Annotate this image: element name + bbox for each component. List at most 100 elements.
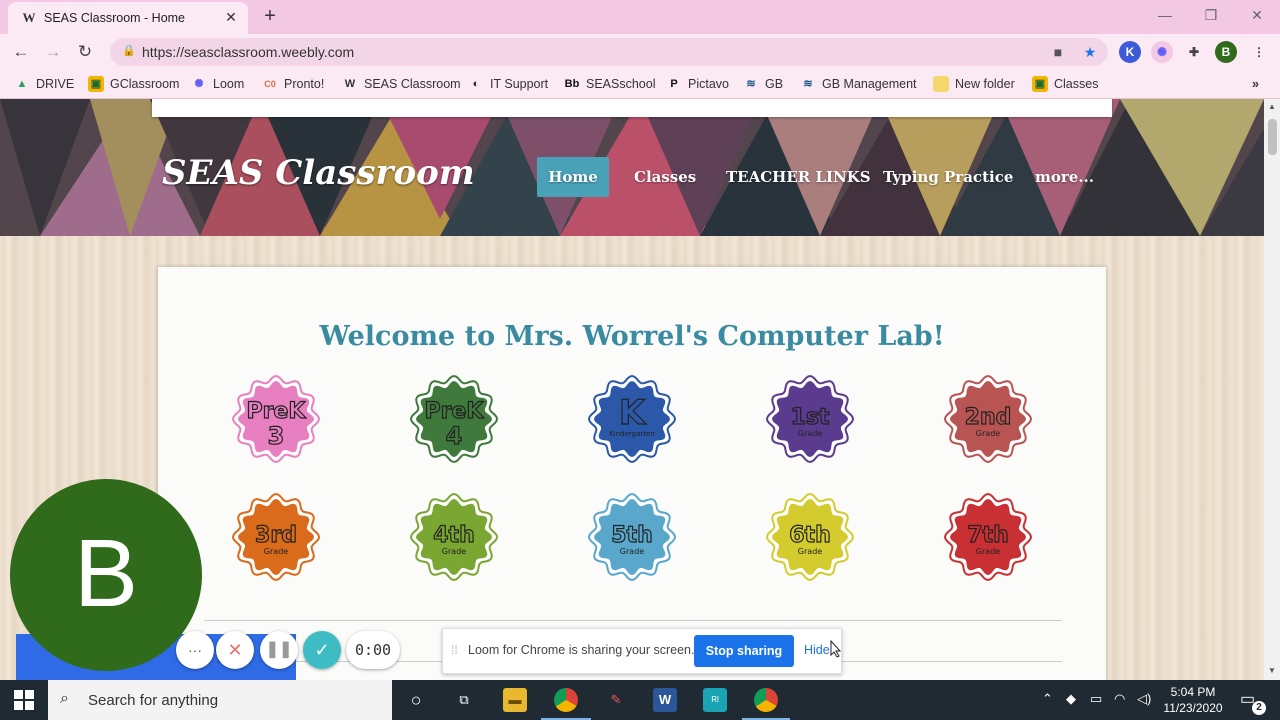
hide-share-bar-button[interactable]: Hide	[804, 643, 830, 657]
grade-caption: Grade	[798, 429, 822, 438]
redliner-icon[interactable]: Rl	[703, 688, 727, 712]
grade-caption: Grade	[976, 547, 1000, 556]
pictavo-icon: P	[670, 78, 678, 90]
grade-label: 4th	[433, 523, 475, 548]
bookmark-drive[interactable]: ▲ DRIVE	[14, 75, 75, 93]
url-text[interactable]: https://seasclassroom.weebly.com	[142, 44, 354, 60]
bookmark-pictavo[interactable]: P Pictavo	[666, 75, 729, 93]
loom-icon: ✺	[194, 78, 204, 90]
grade-badge[interactable]: 3rd Grade	[231, 492, 321, 582]
grade-badge[interactable]: 6th Grade	[765, 492, 855, 582]
cortana-icon[interactable]: ○	[404, 688, 428, 712]
nav-more[interactable]: more...	[1035, 157, 1094, 197]
grade-badge[interactable]: 2nd Grade	[943, 374, 1033, 464]
grade-label: 3rd	[255, 523, 297, 548]
task-view-icon[interactable]: ⧉	[452, 688, 476, 712]
chrome-profile-icon[interactable]	[754, 688, 778, 712]
grade-badge[interactable]: PreK 4	[409, 374, 499, 464]
gb-icon: ≋	[746, 78, 756, 90]
grade-caption: Grade	[442, 547, 466, 556]
bookmark-gb-management[interactable]: ≋ GB Management	[800, 75, 916, 93]
loom-timer: 0:00	[346, 631, 400, 669]
grade-label: PreK	[247, 399, 307, 424]
nav-classes[interactable]: Classes	[634, 157, 696, 197]
battery-icon[interactable]: ▭	[1090, 691, 1102, 707]
grade-label: 5th	[611, 523, 653, 548]
close-tab-icon[interactable]: ✕	[222, 8, 240, 26]
grade-badge[interactable]: 4th Grade	[409, 492, 499, 582]
grade-badge[interactable]: K Kindergarten	[587, 374, 677, 464]
reload-button[interactable]: ↻	[72, 40, 98, 64]
grade-label: 6th	[789, 523, 831, 548]
pronto-icon: C0	[264, 79, 276, 89]
scroll-thumb[interactable]	[1268, 119, 1277, 155]
chrome-icon[interactable]	[554, 688, 578, 712]
address-bar[interactable]: 🔒 https://seasclassroom.weebly.com ■ ★	[110, 38, 1108, 66]
browser-tab[interactable]: W SEAS Classroom - Home ✕	[8, 2, 248, 34]
bookmark-gclassroom[interactable]: ▣ GClassroom	[88, 75, 179, 93]
drag-handle-icon[interactable]: ⁞⁞	[451, 643, 458, 657]
grade-badge[interactable]: PreK 3	[231, 374, 321, 464]
extensions-puzzle-icon[interactable]: ✚	[1183, 41, 1205, 63]
nav-teacher-links[interactable]: TEACHER LINKS	[726, 157, 871, 197]
k-extension-icon[interactable]: K	[1119, 41, 1141, 63]
drive-icon: ▲	[16, 78, 28, 90]
site-title[interactable]: SEAS Classroom	[162, 153, 475, 193]
page-scrollbar[interactable]: ▲ ▼	[1264, 99, 1280, 680]
dropbox-icon[interactable]: ◆	[1066, 691, 1076, 707]
grade-badge[interactable]: 5th Grade	[587, 492, 677, 582]
bookmark-classes[interactable]: ▣ Classes	[1032, 75, 1098, 93]
camera-icon[interactable]: ■	[1048, 42, 1068, 62]
bookmark-seasschool[interactable]: Bb SEASschool	[564, 75, 656, 93]
classroom-icon: ▣	[88, 76, 104, 92]
loom-finish-button[interactable]: ✓	[303, 631, 341, 669]
profile-avatar[interactable]: B	[1215, 41, 1237, 63]
windows-taskbar: ⌕ Search for anything ○ ⧉ ▬ ✎ W Rl ⌃ ◆ ▭…	[0, 680, 1280, 720]
close-window-button[interactable]: ✕	[1242, 4, 1272, 26]
header-white-bar	[152, 99, 1112, 117]
browser-toolbar: ← → ↻ 🔒 https://seasclassroom.weebly.com…	[0, 34, 1280, 70]
word-icon[interactable]: W	[653, 688, 677, 712]
loom-extension-icon[interactable]: ✺	[1151, 41, 1173, 63]
forward-button[interactable]: →	[40, 40, 66, 64]
bookmark-pronto[interactable]: C0 Pronto!	[262, 75, 324, 93]
loom-pause-button[interactable]: ❚❚	[260, 631, 298, 669]
paint-icon[interactable]: ✎	[604, 688, 628, 712]
tray-overflow-icon[interactable]: ⌃	[1042, 691, 1053, 707]
file-explorer-icon[interactable]: ▬	[503, 688, 527, 712]
lock-icon[interactable]: 🔒	[122, 44, 136, 58]
grade-caption: Grade	[976, 429, 1000, 438]
bookmark-new-folder[interactable]: New folder	[933, 75, 1015, 93]
back-button[interactable]: ←	[8, 40, 34, 64]
volume-icon[interactable]: ◁)	[1137, 691, 1151, 707]
grade-caption: Grade	[620, 547, 644, 556]
loom-cancel-button[interactable]: ✕	[216, 631, 254, 669]
globe-icon: ◐	[472, 78, 480, 90]
bookmark-star-icon[interactable]: ★	[1080, 42, 1100, 62]
grade-badge[interactable]: 1st Grade	[765, 374, 855, 464]
wifi-icon[interactable]: ◠	[1114, 691, 1125, 707]
bookmark-it-support[interactable]: ◐ IT Support	[468, 75, 548, 93]
menu-kebab-icon[interactable]: ⋮	[1248, 41, 1270, 63]
gb-icon: ≋	[803, 78, 813, 90]
grade-badge[interactable]: 7th Grade	[943, 492, 1033, 582]
loom-camera-bubble[interactable]: B	[10, 479, 202, 671]
bookmark-loom[interactable]: ✺ Loom	[191, 75, 244, 93]
notification-count-badge: 2	[1252, 701, 1266, 715]
nav-home[interactable]: Home	[537, 157, 609, 197]
windows-start-icon[interactable]	[14, 690, 34, 710]
bookmarks-overflow-icon[interactable]: »	[1252, 75, 1259, 93]
taskbar-clock[interactable]: 5:04 PM 11/23/2020	[1156, 684, 1230, 716]
new-tab-button[interactable]: +	[258, 5, 282, 29]
minimize-button[interactable]: —	[1150, 4, 1180, 26]
taskbar-search-box[interactable]: ⌕ Search for anything	[48, 680, 392, 720]
bookmark-gb[interactable]: ≋ GB	[743, 75, 783, 93]
restore-button[interactable]: ❐	[1196, 4, 1226, 26]
nav-typing-practice[interactable]: Typing Practice	[883, 157, 1013, 197]
stop-sharing-button[interactable]: Stop sharing	[694, 635, 794, 667]
scroll-up-arrow[interactable]: ▲	[1266, 101, 1278, 113]
bookmarks-bar: ▲ DRIVE ▣ GClassroom ✺ Loom C0 Pronto! W SEAS…	[0, 70, 1280, 99]
scroll-down-arrow[interactable]: ▼	[1266, 665, 1278, 677]
bookmark-seas-classroom[interactable]: W SEAS Classroom	[342, 75, 461, 93]
loom-more-button[interactable]: ···	[176, 631, 214, 669]
